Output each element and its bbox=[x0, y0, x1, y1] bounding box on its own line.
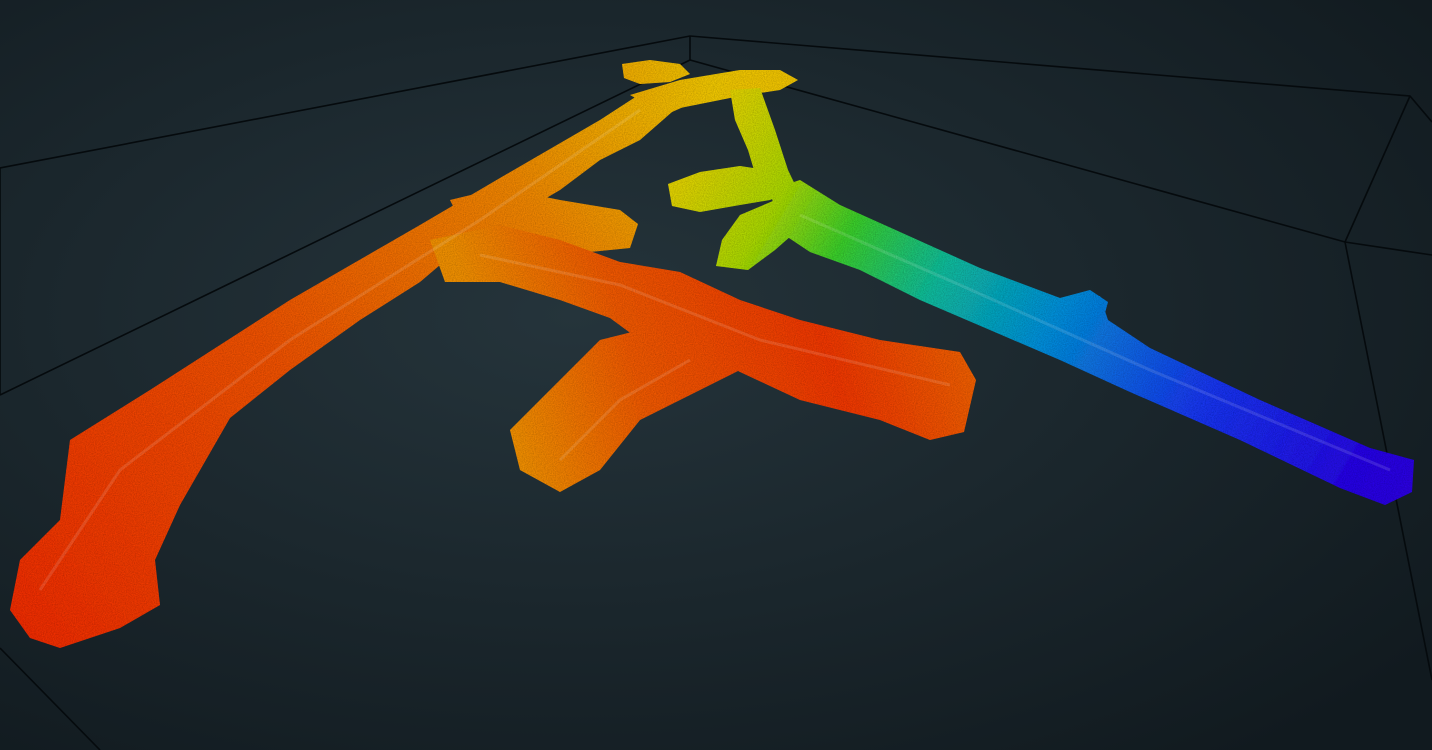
point-cloud-scene bbox=[0, 0, 1432, 750]
point-cloud-viewport[interactable] bbox=[0, 0, 1432, 750]
